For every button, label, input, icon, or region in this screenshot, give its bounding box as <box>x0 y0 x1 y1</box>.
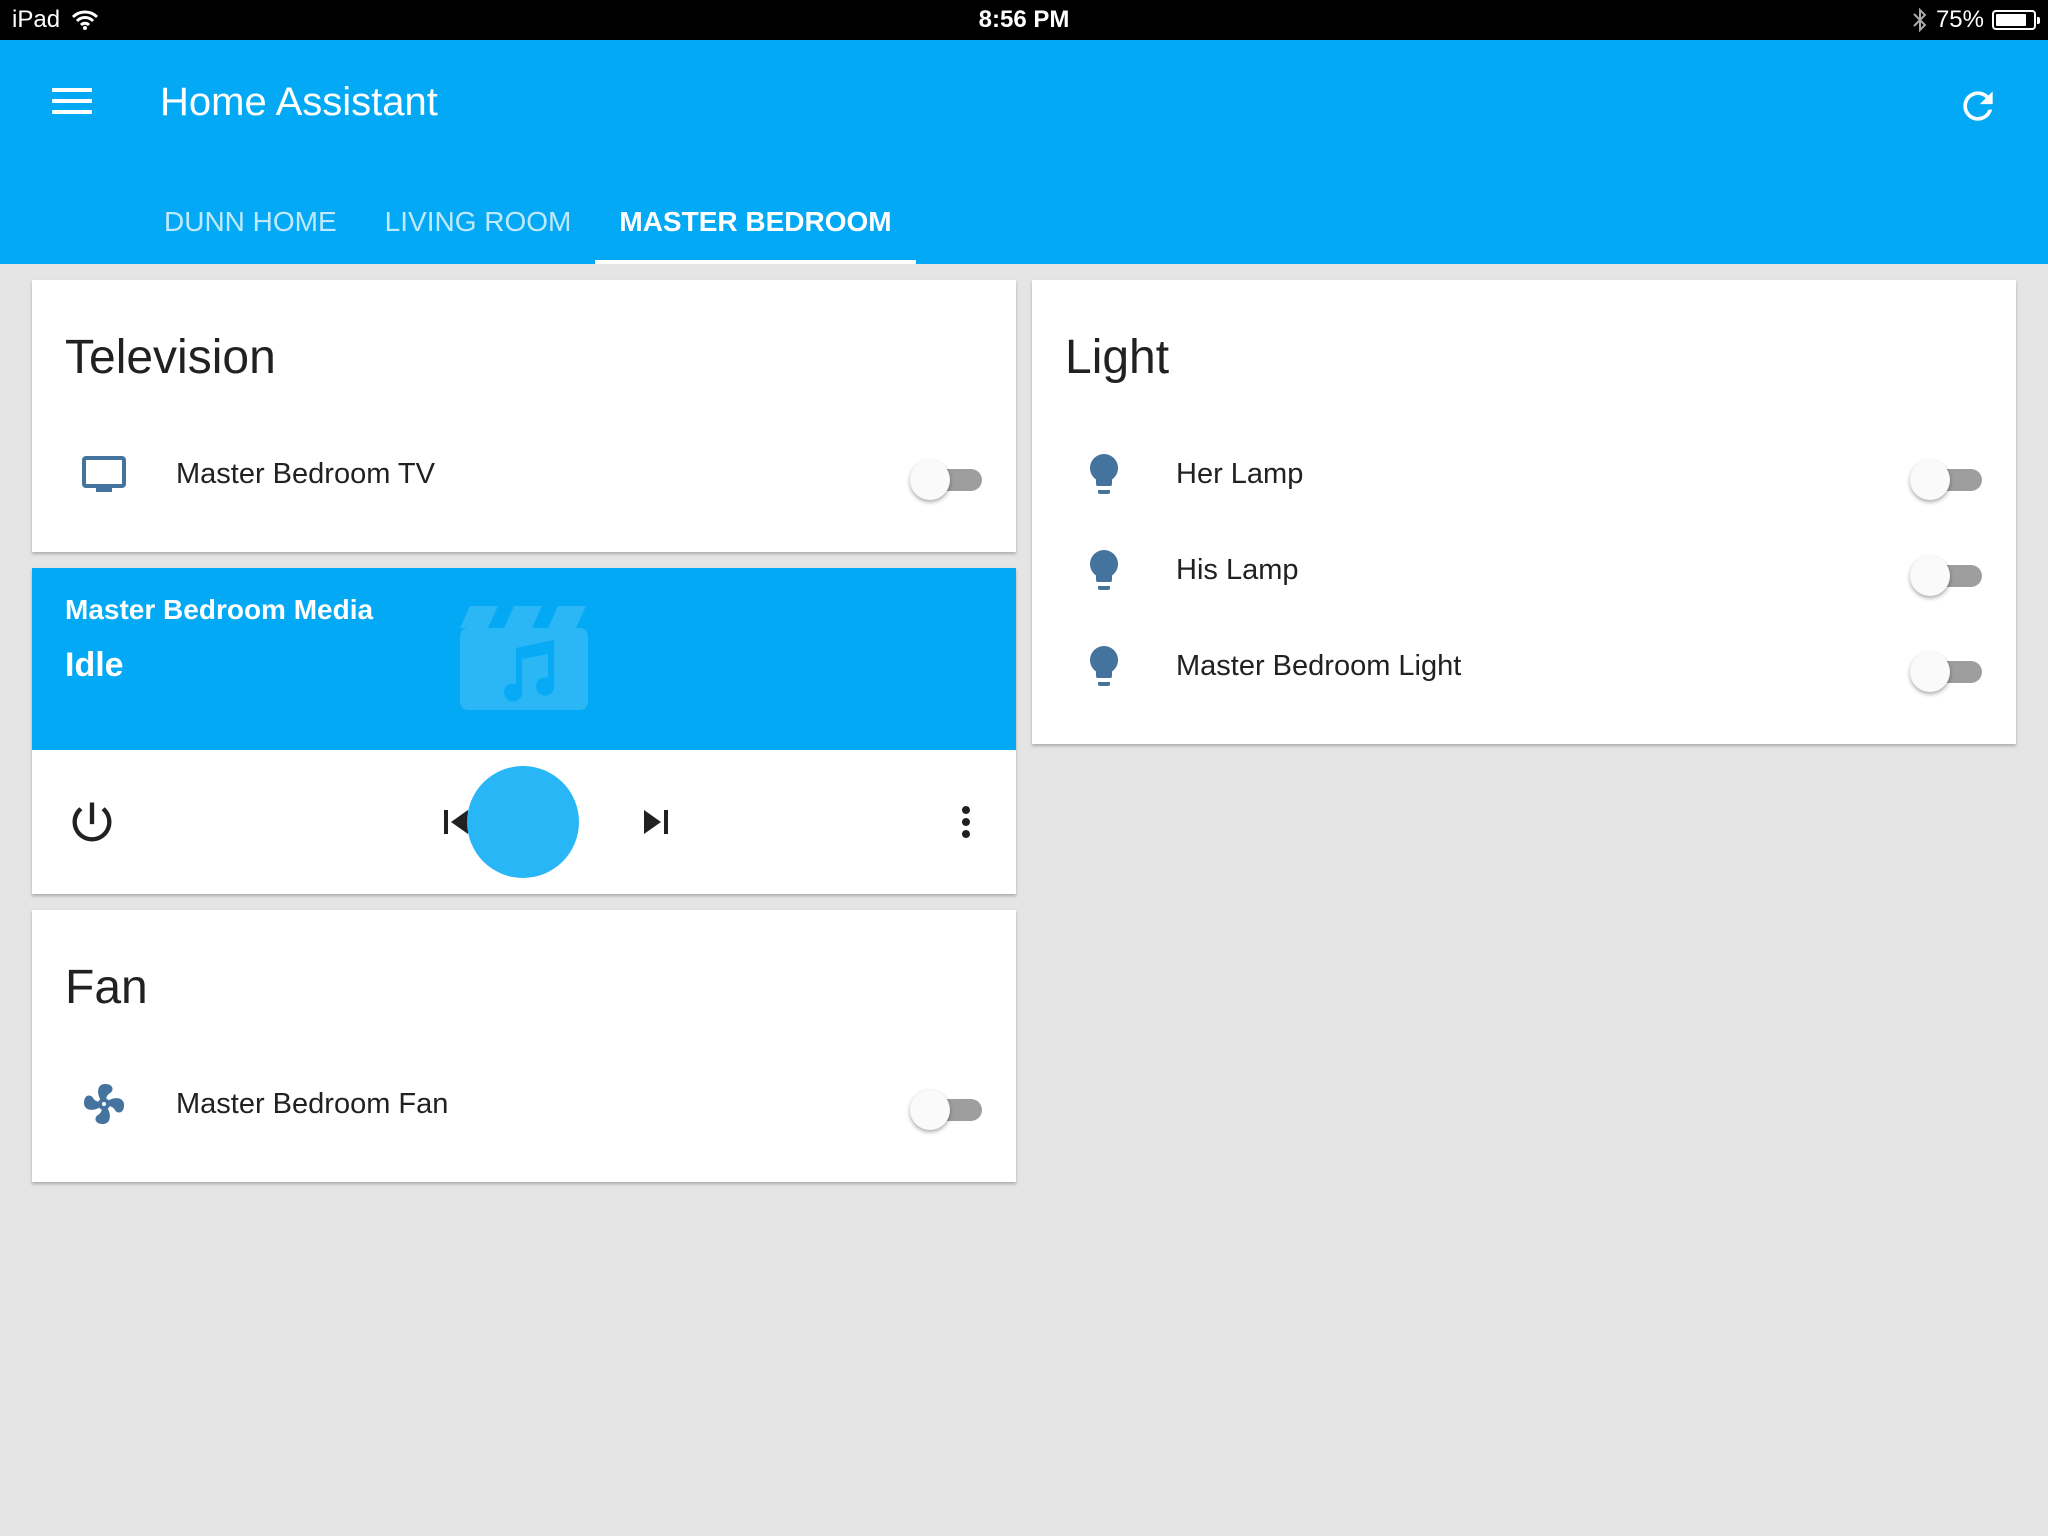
lightbulb-icon <box>1090 550 1118 590</box>
tab-master-bedroom[interactable]: MASTER BEDROOM <box>595 190 916 264</box>
page-title: Home Assistant <box>160 80 438 124</box>
menu-icon[interactable] <box>52 88 92 118</box>
status-bar: iPad 8:56 PM 75% <box>0 0 2048 40</box>
lightbulb-icon <box>1090 646 1118 686</box>
skip-next-icon[interactable] <box>632 798 680 846</box>
media-name: Master Bedroom Media <box>65 594 374 625</box>
view-tabs: DUNN HOME LIVING ROOM MASTER BEDROOM <box>140 190 916 264</box>
light-card: Light Her Lamp His Lamp Master Bedroom L… <box>1032 280 2016 744</box>
entity-name: Master Bedroom TV <box>176 458 435 490</box>
fan-card: Fan Master Bedroom Fan <box>32 910 1016 1182</box>
tab-living-room[interactable]: LIVING ROOM <box>361 190 596 264</box>
his-lamp-toggle[interactable] <box>1910 554 1982 596</box>
media-state: Idle <box>65 646 124 684</box>
television-icon <box>82 456 126 492</box>
entity-name: Master Bedroom Light <box>1176 650 1462 682</box>
media-player-card: Master Bedroom Media Idle <box>32 568 1016 894</box>
entity-row: Master Bedroom TV <box>32 438 1016 502</box>
card-title: Television <box>65 331 276 384</box>
entity-name: Master Bedroom Fan <box>176 1088 449 1120</box>
fan-icon <box>84 1084 125 1124</box>
movie-music-icon <box>460 606 588 710</box>
master-bedroom-light-toggle[interactable] <box>1910 650 1982 692</box>
media-header: Master Bedroom Media Idle <box>32 568 1016 750</box>
play-button[interactable] <box>467 766 579 878</box>
entity-name: Her Lamp <box>1176 458 1304 490</box>
status-right: 75% <box>1912 6 2040 34</box>
her-lamp-toggle[interactable] <box>1910 458 1982 500</box>
television-card: Television Master Bedroom TV <box>32 280 1016 552</box>
status-time: 8:56 PM <box>978 6 1070 33</box>
entity-row: Master Bedroom Fan <box>32 1068 1016 1132</box>
battery-percent: 75% <box>1935 6 1984 33</box>
battery-icon <box>1992 10 2040 30</box>
entity-row: Master Bedroom Light <box>1032 630 2016 694</box>
card-title: Light <box>1065 331 1170 384</box>
tv-toggle[interactable] <box>910 458 982 500</box>
entity-row: His Lamp <box>1032 534 2016 598</box>
more-vertical-icon[interactable] <box>942 798 990 846</box>
tab-dunn-home[interactable]: DUNN HOME <box>140 190 361 264</box>
app-header: Home Assistant DUNN HOME LIVING ROOM MAS… <box>0 40 2048 264</box>
bluetooth-icon <box>1913 7 1927 33</box>
lightbulb-icon <box>1090 454 1118 494</box>
entity-name: His Lamp <box>1176 554 1299 586</box>
fan-toggle[interactable] <box>910 1088 982 1130</box>
card-title: Fan <box>65 961 148 1014</box>
entity-row: Her Lamp <box>1032 438 2016 502</box>
refresh-icon[interactable] <box>1956 84 2000 128</box>
power-icon[interactable] <box>66 796 118 848</box>
